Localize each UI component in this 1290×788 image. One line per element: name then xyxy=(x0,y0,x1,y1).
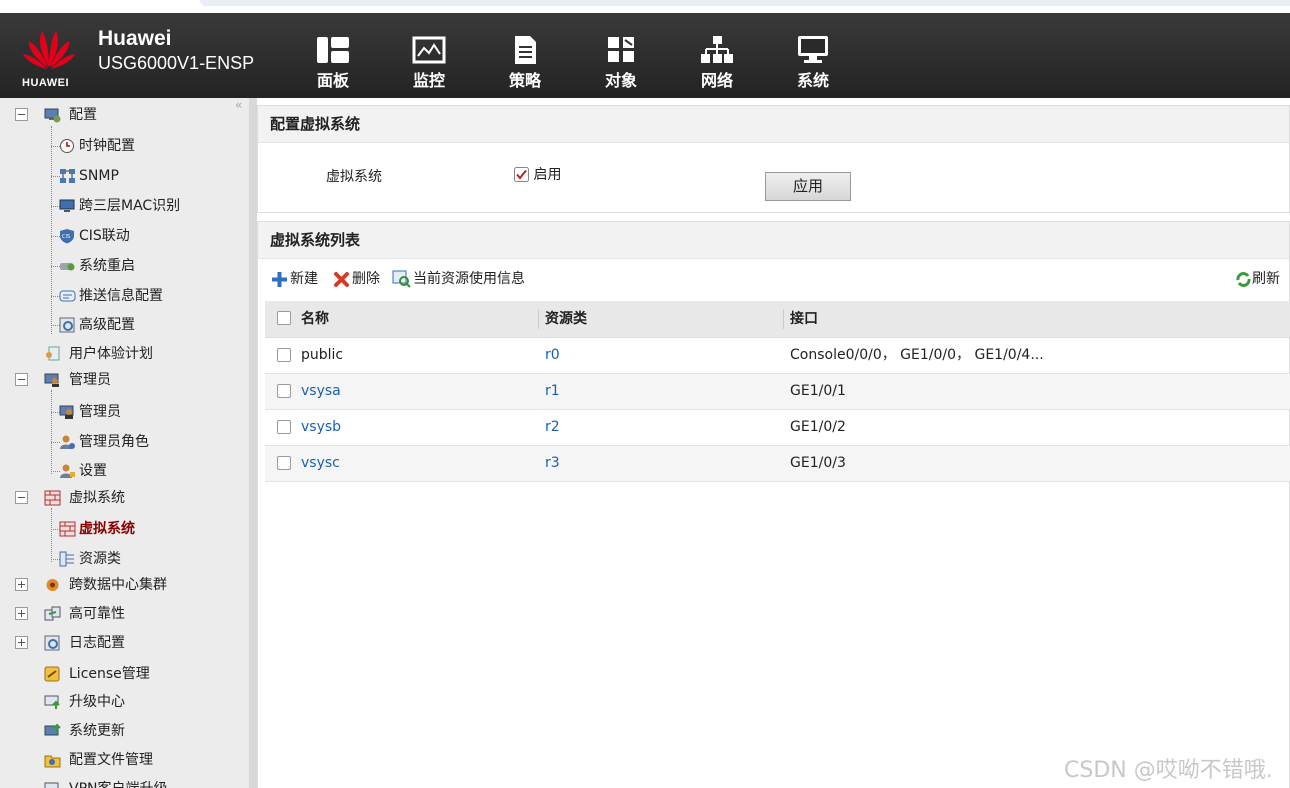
tree-item-label-active: 虚拟系统 xyxy=(79,521,135,537)
reboot-icon xyxy=(60,263,75,271)
new-button[interactable]: 新建 xyxy=(271,268,318,290)
collapse-toggle-icon[interactable] xyxy=(15,108,28,121)
watermark: CSDN @哎呦不错哦. xyxy=(1064,758,1273,783)
row-checkbox[interactable] xyxy=(277,384,291,398)
table-header: 名称 资源类 接口 xyxy=(265,301,1290,338)
log-config-icon xyxy=(44,635,60,651)
collapse-sidebar-icon[interactable]: « xyxy=(235,98,242,112)
table-row[interactable]: vsysc r3 GE1/0/3 xyxy=(265,446,1290,482)
resource-usage-button[interactable]: 当前资源使用信息 xyxy=(392,268,525,290)
admin-user-icon xyxy=(59,405,74,419)
brand-name: Huawei xyxy=(98,27,172,50)
nav-system[interactable]: 系统 xyxy=(780,33,846,93)
system-update-icon xyxy=(44,723,61,736)
sidebar: « 配置 时钟配置 SNMP 跨三层MAC识别 CIS CIS联动 系统重启 推… xyxy=(0,98,249,788)
nav-dashboard[interactable]: 面板 xyxy=(300,33,366,93)
message-icon xyxy=(59,290,76,302)
row-resource-link[interactable]: r1 xyxy=(545,374,560,409)
apply-button[interactable]: 应用 xyxy=(765,172,851,201)
table-row[interactable]: vsysb r2 GE1/0/2 xyxy=(265,410,1290,446)
monitor-chart-icon xyxy=(412,36,446,64)
license-icon xyxy=(44,666,60,682)
cis-shield-icon: CIS xyxy=(60,229,74,244)
mac-monitor-icon xyxy=(59,199,75,212)
nav-monitor[interactable]: 监控 xyxy=(396,33,462,93)
delete-button[interactable]: 删除 xyxy=(333,268,380,290)
select-all-checkbox[interactable] xyxy=(277,311,291,325)
vpn-client-icon xyxy=(44,782,59,788)
expand-toggle-icon[interactable] xyxy=(15,607,28,620)
vsys-field-label: 虚拟系统 xyxy=(326,169,382,185)
collapse-toggle-icon[interactable] xyxy=(15,491,28,504)
main-content: 配置虚拟系统 虚拟系统 启用 应用 虚拟系统列表 新建 删除 当前资源使用信息 … xyxy=(257,98,1290,788)
refresh-button[interactable]: 刷新 xyxy=(1235,268,1280,290)
row-resource-link[interactable]: r0 xyxy=(545,338,560,373)
row-checkbox[interactable] xyxy=(277,348,291,362)
user-experience-icon xyxy=(46,346,60,361)
column-header-name[interactable]: 名称 xyxy=(301,301,329,337)
row-resource-link[interactable]: r2 xyxy=(545,410,560,445)
expand-toggle-icon[interactable] xyxy=(15,636,28,649)
config-icon xyxy=(44,108,61,123)
panel-title: 配置虚拟系统 xyxy=(258,106,1289,143)
collapse-toggle-icon[interactable] xyxy=(15,373,28,386)
vsys-list-panel: 虚拟系统列表 新建 删除 当前资源使用信息 刷新 名称 资源类 接口 publi… xyxy=(257,221,1290,788)
logo-text: HUAWEI xyxy=(22,77,69,89)
row-checkbox[interactable] xyxy=(277,420,291,434)
config-file-icon xyxy=(44,755,61,768)
dashboard-icon xyxy=(317,37,349,63)
plus-icon xyxy=(272,271,287,287)
row-interface: Console0/0/0， GE1/0/0， GE1/0/4... xyxy=(790,347,1044,363)
app-header: HUAWEI Huawei USG6000V1-ENSP 面板 监控 策略 对象… xyxy=(0,13,1290,98)
row-name-link[interactable]: vsysa xyxy=(301,374,341,409)
upgrade-center-icon xyxy=(44,695,60,709)
enable-checkbox-label: 启用 xyxy=(533,167,562,183)
nav-policy[interactable]: 策略 xyxy=(492,33,558,93)
row-name-link[interactable]: vsysc xyxy=(301,446,340,481)
cluster-icon xyxy=(46,579,59,591)
high-availability-icon xyxy=(44,606,61,621)
refresh-icon xyxy=(1236,271,1251,287)
expand-toggle-icon[interactable] xyxy=(15,578,28,591)
computer-icon xyxy=(798,36,828,63)
vsys-firewall-icon xyxy=(59,521,76,537)
clock-icon xyxy=(60,139,74,153)
admin-role-icon xyxy=(60,435,75,449)
objects-icon xyxy=(608,37,634,62)
device-model: USG6000V1-ENSP xyxy=(98,53,255,73)
snmp-icon xyxy=(60,169,75,183)
table-row[interactable]: vsysa r1 GE1/0/1 xyxy=(265,374,1290,410)
advanced-config-icon xyxy=(59,317,75,333)
row-name-link[interactable]: vsysb xyxy=(301,410,341,445)
config-vsys-panel: 配置虚拟系统 虚拟系统 启用 应用 xyxy=(257,105,1290,213)
document-icon xyxy=(515,36,536,64)
network-tree-icon xyxy=(701,36,733,63)
settings-user-icon xyxy=(60,464,75,478)
svg-text:CIS: CIS xyxy=(62,234,70,240)
nav-objects[interactable]: 对象 xyxy=(588,33,654,93)
nav-network[interactable]: 网络 xyxy=(684,33,750,93)
vsys-firewall-icon xyxy=(44,490,61,506)
enable-checkbox[interactable] xyxy=(514,166,529,182)
row-interface: GE1/0/1 xyxy=(790,383,846,399)
sidebar-splitter[interactable] xyxy=(249,98,257,788)
panel-title: 虚拟系统列表 xyxy=(258,222,1289,259)
row-resource-link[interactable]: r3 xyxy=(545,446,560,481)
column-header-resource[interactable]: 资源类 xyxy=(545,301,587,337)
resource-usage-icon xyxy=(392,270,411,288)
row-checkbox[interactable] xyxy=(277,456,291,470)
enable-checkbox-group[interactable]: 启用 xyxy=(514,164,561,184)
resource-class-icon xyxy=(59,551,74,567)
brand: Huawei USG6000V1-ENSP xyxy=(98,27,254,74)
delete-x-icon xyxy=(334,271,349,287)
admin-icon xyxy=(44,373,59,387)
row-interface: GE1/0/3 xyxy=(790,455,846,471)
column-header-interface[interactable]: 接口 xyxy=(790,301,818,337)
row-interface: GE1/0/2 xyxy=(790,419,846,435)
table-row[interactable]: public r0 Console0/0/0， GE1/0/0， GE1/0/4… xyxy=(265,338,1290,374)
row-name: public xyxy=(301,347,344,363)
browser-top-strip xyxy=(0,0,1290,13)
vsys-table: 名称 资源类 接口 public r0 Console0/0/0， GE1/0/… xyxy=(265,301,1290,482)
